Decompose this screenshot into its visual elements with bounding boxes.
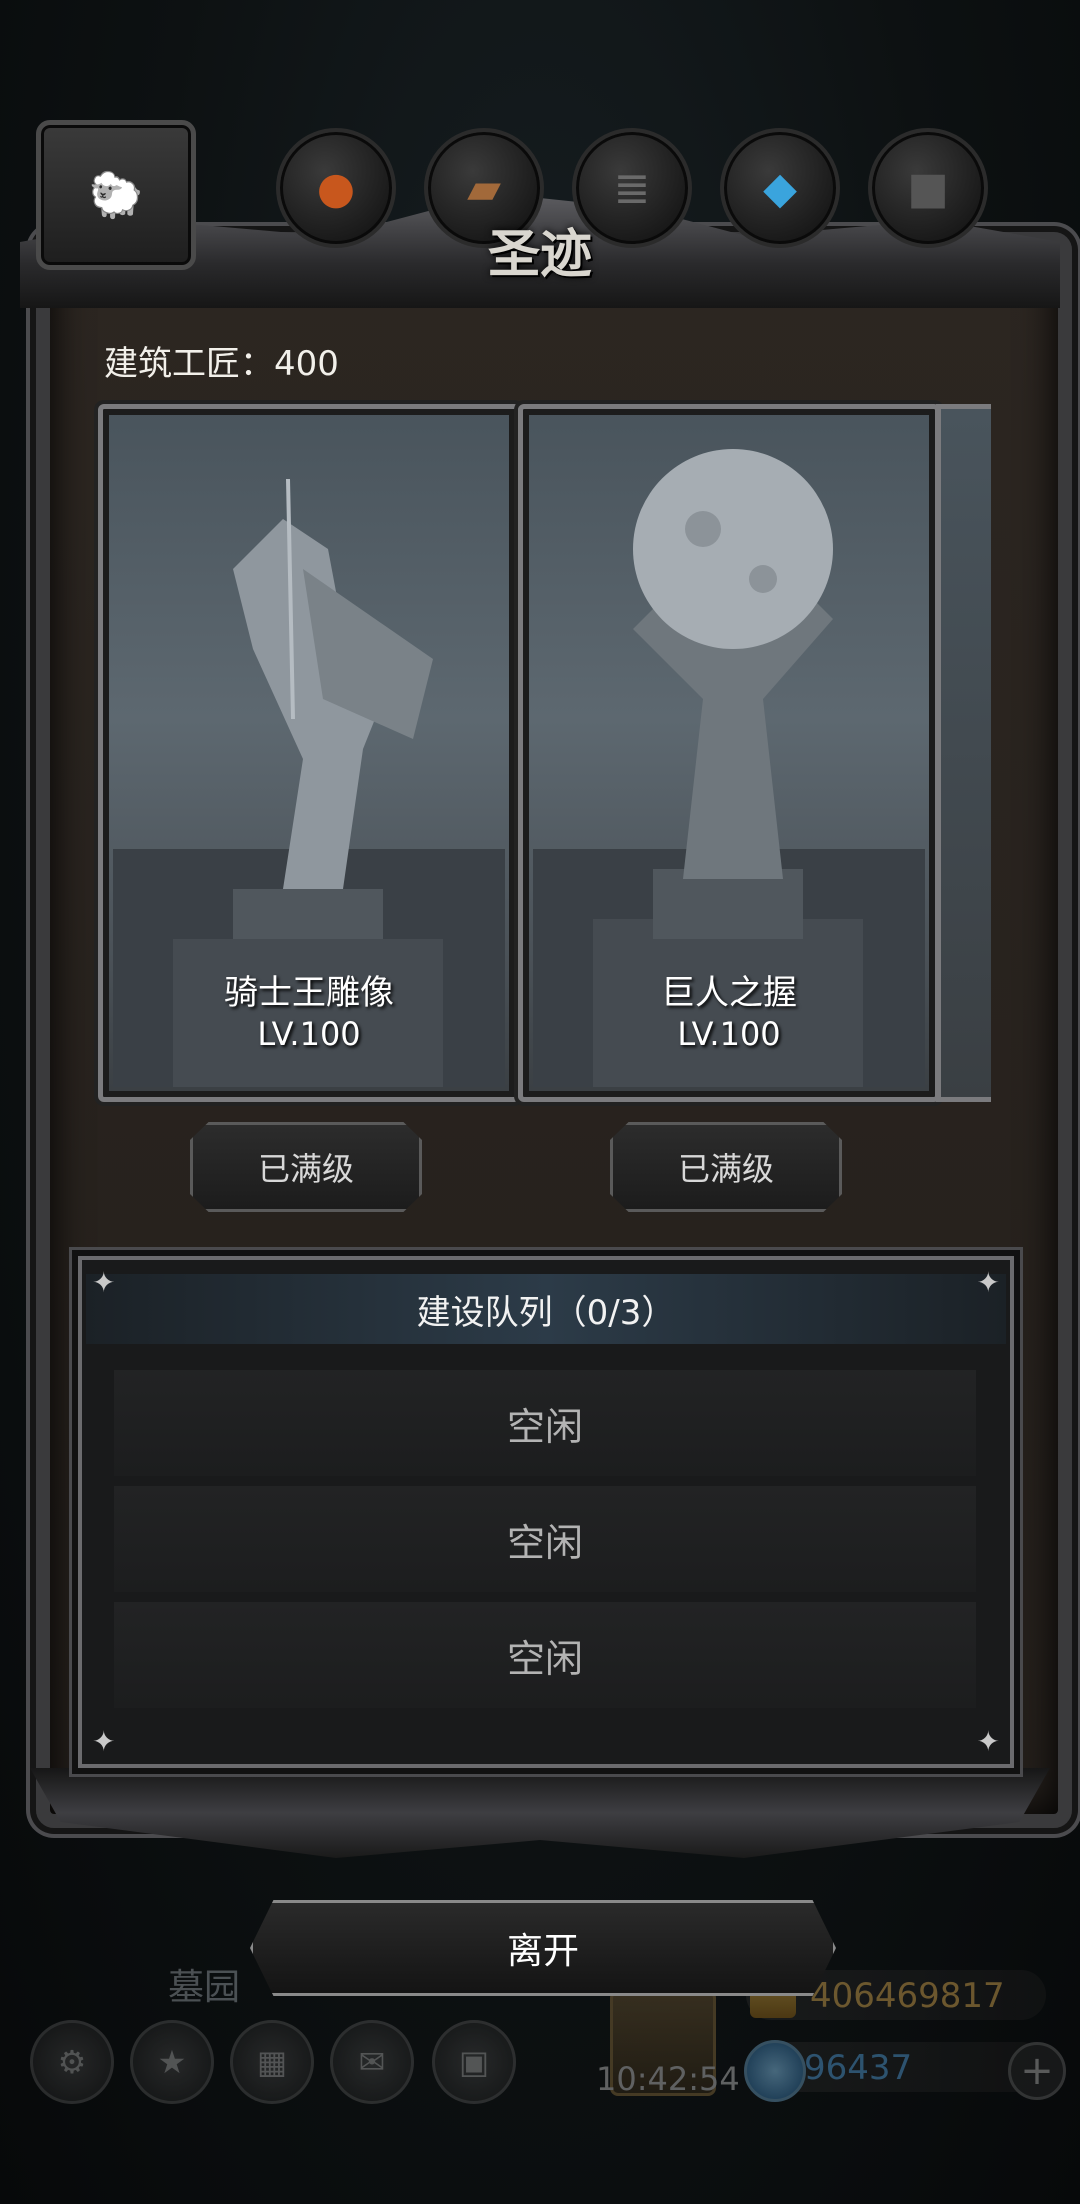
leave-button[interactable]: 离开 (250, 1900, 836, 1996)
building-level: LV.100 (257, 1015, 361, 1053)
location-label: 墓园 (168, 1967, 241, 2008)
panel-title: 圣迹 (487, 224, 592, 285)
star-icon[interactable]: ★ (130, 2020, 214, 2104)
building-level: LV.100 (677, 1015, 781, 1053)
corner-star-icon: ✦ (976, 1725, 1000, 1758)
building-card-giant-grip[interactable]: 巨人之握 LV.100 (518, 404, 940, 1102)
settings-icon[interactable]: ⚙ (30, 2020, 114, 2104)
queue-title: 建设队列（0/3） (86, 1274, 1006, 1344)
corner-star-icon: ✦ (976, 1266, 1000, 1299)
crystal-icon: ◆ (763, 162, 797, 214)
stone-icon: ≣ (613, 162, 651, 214)
tab-crystal[interactable]: ◆ (720, 128, 840, 248)
tab-iron[interactable]: ■ (868, 128, 988, 248)
building-name: 骑士王雕像 (224, 973, 394, 1013)
construction-queue: 建设队列（0/3） 空闲 空闲 空闲 ✦ ✦ ✦ ✦ (78, 1256, 1014, 1768)
craftsmen-count: 建筑工匠：400 (104, 344, 339, 384)
tab-sheep[interactable]: 🐑 (36, 120, 196, 270)
max-level-button[interactable]: 已满级 (610, 1122, 842, 1212)
corner-star-icon: ✦ (92, 1725, 116, 1758)
sheep-icon: 🐑 (88, 170, 144, 221)
building-name: 巨人之握 (661, 973, 797, 1013)
add-gems-button[interactable]: + (1008, 2042, 1066, 2100)
queue-slot[interactable]: 空闲 (114, 1486, 976, 1592)
map-icon[interactable]: ▦ (230, 2020, 314, 2104)
tab-orange[interactable]: ● (276, 128, 396, 248)
queue-slot[interactable]: 空闲 (114, 1370, 976, 1476)
max-level-button[interactable]: 已满级 (190, 1122, 422, 1212)
box-icon[interactable]: ▣ (432, 2020, 516, 2104)
wood-icon: ▰ (467, 162, 501, 214)
gem-amount: 96437 (804, 2048, 913, 2088)
orange-ball-icon: ● (316, 162, 356, 214)
building-card-knight-statue[interactable]: 骑士王雕像 LV.100 (98, 404, 520, 1102)
gem-icon (744, 2040, 806, 2102)
clock: 10:42:54 (596, 2060, 740, 2098)
gold-amount: 406469817 (810, 1976, 1005, 2016)
queue-slot[interactable]: 空闲 (114, 1602, 976, 1708)
corner-star-icon: ✦ (92, 1266, 116, 1299)
mail-icon[interactable]: ✉ (330, 2020, 414, 2104)
iron-icon: ■ (907, 162, 949, 214)
building-card-next-peek[interactable] (936, 404, 991, 1102)
